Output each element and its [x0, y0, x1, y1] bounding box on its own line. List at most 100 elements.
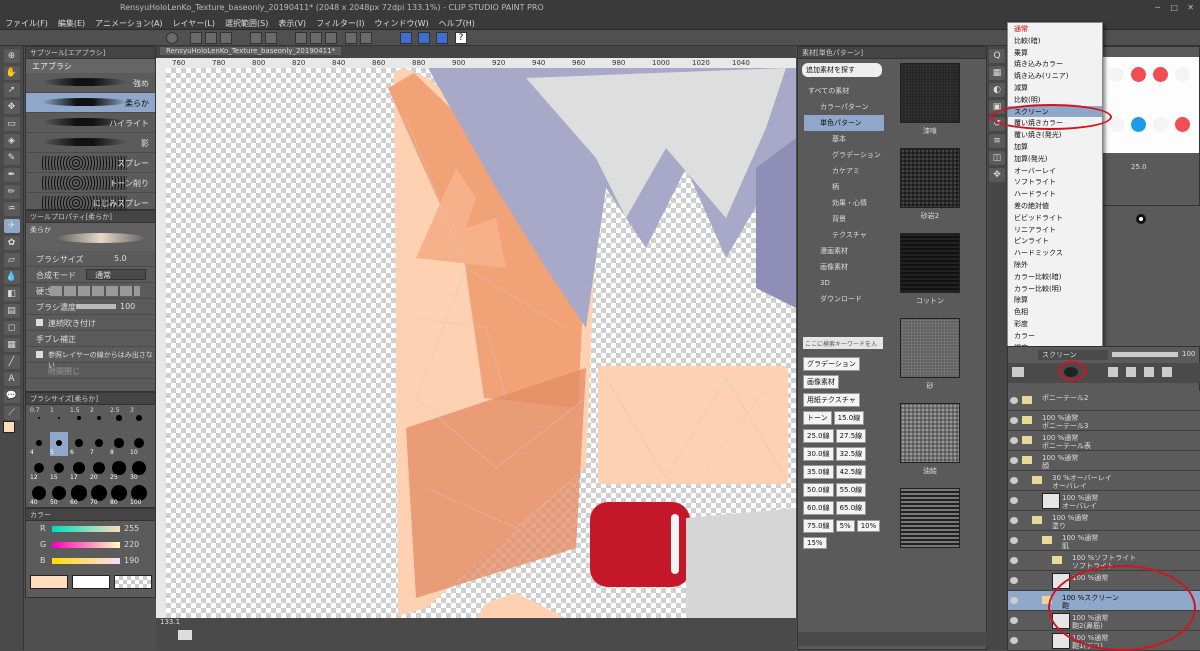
- b-slider[interactable]: [52, 558, 120, 564]
- blend-mode-option[interactable]: 比較(暗): [1008, 35, 1102, 47]
- blend-mode-option[interactable]: ピンライト: [1008, 235, 1102, 247]
- blend-mode-option[interactable]: 差の絶対値: [1008, 200, 1102, 212]
- minimize-icon[interactable]: ─: [1155, 3, 1160, 12]
- reference-checkbox[interactable]: [36, 351, 43, 358]
- visibility-eye-icon[interactable]: [1010, 397, 1018, 404]
- brush-size-cell[interactable]: 20: [90, 457, 108, 481]
- selection-tool-icon[interactable]: ▭: [3, 117, 20, 131]
- visibility-eye-icon[interactable]: [1010, 417, 1018, 424]
- layer-folder[interactable]: 100 %通常 ポニーテール3: [1008, 411, 1200, 431]
- material-tree-item[interactable]: 漫画素材: [804, 243, 884, 259]
- text-tool-icon[interactable]: A: [3, 372, 20, 386]
- layer-opacity-slider[interactable]: [1112, 352, 1178, 357]
- brush-size-cell[interactable]: 2: [90, 407, 108, 431]
- material-tree-item[interactable]: 基本: [804, 131, 884, 147]
- mask-icon[interactable]: [1162, 367, 1172, 377]
- layer-folder[interactable]: 100 %通常肌: [1008, 531, 1200, 551]
- ruler-tool-icon[interactable]: ╱: [3, 355, 20, 369]
- material-tag[interactable]: 27.5線: [835, 429, 867, 443]
- correct-line-tool-icon[interactable]: ⟋: [3, 406, 20, 420]
- balloon-tool-icon[interactable]: 💬: [3, 389, 20, 403]
- brush-size-cell[interactable]: 1.5: [70, 407, 88, 431]
- menu-item-4[interactable]: 選択範囲(S): [220, 16, 273, 31]
- menu-item-8[interactable]: ヘルプ(H): [434, 16, 480, 31]
- main-color-chip[interactable]: [3, 421, 15, 433]
- select-layer-tool-icon[interactable]: ◈: [3, 134, 20, 148]
- material-tree-item[interactable]: 背景: [804, 211, 884, 227]
- brush-size-cell[interactable]: 100: [130, 482, 148, 506]
- undo-icon[interactable]: [250, 32, 262, 44]
- zoom-tool-icon[interactable]: ⊕: [3, 49, 20, 63]
- brush-size-cell[interactable]: 12: [30, 457, 48, 481]
- brush-size-cell[interactable]: 25: [110, 457, 128, 481]
- brush-size-cell[interactable]: 50: [50, 482, 68, 506]
- menu-item-0[interactable]: ファイル(F): [0, 16, 53, 31]
- material-tag[interactable]: 42.5線: [835, 465, 867, 479]
- new-file-icon[interactable]: [190, 32, 202, 44]
- brush-item[interactable]: ハイライト: [26, 113, 155, 133]
- visibility-eye-icon[interactable]: [1010, 537, 1018, 544]
- visibility-eye-icon[interactable]: [1010, 517, 1018, 524]
- decoration-tool-icon[interactable]: ✿: [3, 236, 20, 250]
- blend-mode-option[interactable]: ハードミックス: [1008, 247, 1102, 259]
- brush-item[interactable]: 影: [26, 133, 155, 153]
- material-thumbnail[interactable]: 油絵: [890, 403, 970, 482]
- blend-mode-option[interactable]: ビビッドライト: [1008, 212, 1102, 224]
- visibility-eye-icon[interactable]: [1010, 597, 1018, 604]
- blend-mode-option[interactable]: カラー: [1008, 330, 1102, 342]
- blend-mode-option[interactable]: カラー比較(明): [1008, 283, 1102, 295]
- layer-color-icon[interactable]: [1012, 367, 1024, 377]
- brush-size-value[interactable]: 5.0: [114, 254, 127, 263]
- close-icon[interactable]: ✕: [1187, 3, 1194, 12]
- menu-item-6[interactable]: フィルター(I): [311, 16, 369, 31]
- density-value[interactable]: 100: [120, 302, 135, 311]
- material-tag[interactable]: 画像素材: [803, 375, 839, 389]
- density-slider[interactable]: [76, 304, 116, 309]
- blend-mode-option[interactable]: 焼き込みカラー: [1008, 58, 1102, 70]
- material-tag[interactable]: トーン: [803, 411, 832, 425]
- blend-mode-option[interactable]: 加算: [1008, 141, 1102, 153]
- material-tag[interactable]: 10%: [856, 520, 881, 532]
- snap-grid-icon[interactable]: [436, 32, 448, 44]
- sub-color-swatch[interactable]: [72, 575, 110, 589]
- material-tag[interactable]: 35.0線: [803, 465, 834, 479]
- blend-mode-option[interactable]: オーバーレイ: [1008, 165, 1102, 177]
- brush-size-cell[interactable]: 15: [50, 457, 68, 481]
- material-tag[interactable]: 5%: [835, 520, 855, 532]
- blend-mode-option[interactable]: 除外: [1008, 259, 1102, 271]
- help-icon[interactable]: ?: [455, 32, 467, 44]
- material-tag[interactable]: 用紙テクスチャ: [803, 393, 860, 407]
- continuous-checkbox[interactable]: [36, 319, 43, 326]
- material-tag[interactable]: グラデーション: [803, 357, 860, 371]
- blend-mode-option[interactable]: 減算: [1008, 82, 1102, 94]
- blend-mode-option[interactable]: ソフトライト: [1008, 176, 1102, 188]
- brush-item[interactable]: 強め: [26, 73, 155, 93]
- clear-icon[interactable]: [295, 32, 307, 44]
- zoom-readout[interactable]: 133.1: [160, 618, 180, 626]
- material-tree-item[interactable]: カケアミ: [804, 163, 884, 179]
- blend-mode-option[interactable]: 色相: [1008, 306, 1102, 318]
- visibility-eye-icon[interactable]: [1010, 457, 1018, 464]
- material-search-input[interactable]: ここに検索キーワードを入力: [803, 337, 883, 357]
- brush-size-cell[interactable]: 3: [130, 407, 148, 431]
- material-thumbnail[interactable]: コットン: [890, 233, 970, 312]
- operation-tool-icon[interactable]: ➚: [3, 83, 20, 97]
- brush-size-cell[interactable]: 4: [30, 432, 48, 456]
- brush-size-cell[interactable]: 60: [70, 482, 88, 506]
- material-tree-item[interactable]: すべての素材: [804, 83, 884, 99]
- blend-mode-option[interactable]: 加算(発光): [1008, 153, 1102, 165]
- move-layer-tool-icon[interactable]: ✥: [3, 100, 20, 114]
- brush-size-cell[interactable]: 40: [30, 482, 48, 506]
- search-panel-icon[interactable]: Q: [989, 49, 1005, 63]
- material-tree-item[interactable]: 柄: [804, 179, 884, 195]
- visibility-eye-icon[interactable]: [1010, 577, 1018, 584]
- layer-property-icon[interactable]: ≡: [989, 134, 1005, 148]
- eraser-tool-icon[interactable]: ▱: [3, 253, 20, 267]
- snap-special-ruler-icon[interactable]: [418, 32, 430, 44]
- save-icon[interactable]: [220, 32, 232, 44]
- brush-size-cell[interactable]: 30: [130, 457, 148, 481]
- material-tag[interactable]: 15.0線: [833, 411, 865, 425]
- move-tool-icon[interactable]: ✋: [3, 66, 20, 80]
- clip-icon[interactable]: [1126, 367, 1136, 377]
- visibility-eye-icon[interactable]: [1010, 557, 1018, 564]
